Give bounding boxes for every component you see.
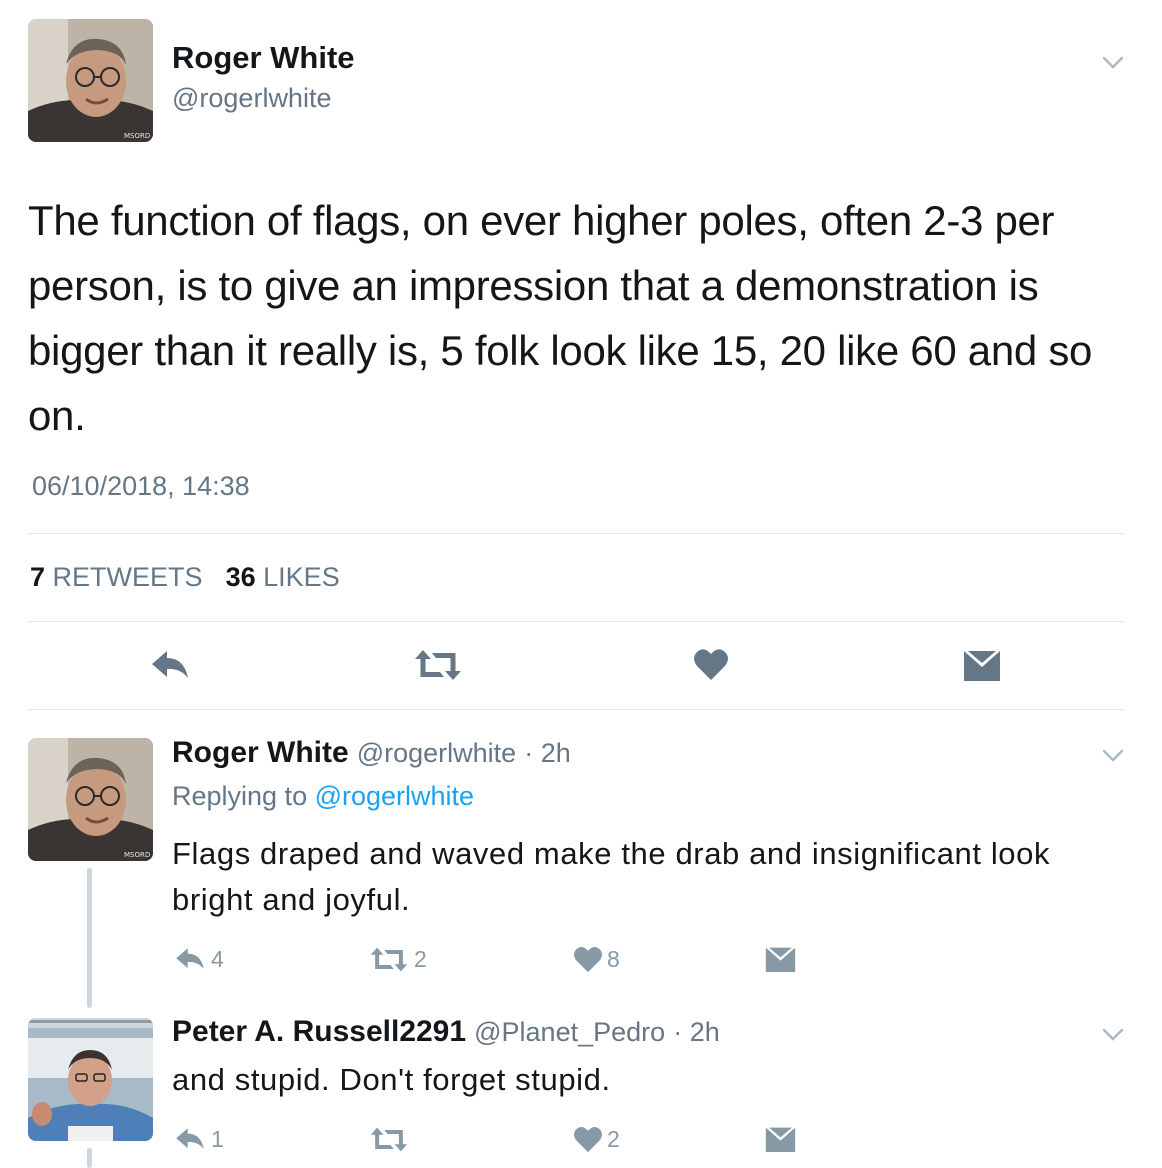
- avatar-image: MSORD: [28, 19, 153, 142]
- avatar-image: [28, 1018, 153, 1141]
- reply-icon[interactable]: [174, 946, 206, 972]
- like-label[interactable]: LIKES: [263, 562, 340, 592]
- avatar[interactable]: [28, 1018, 153, 1141]
- like-count: 8: [607, 946, 620, 972]
- like-count: 2: [607, 1126, 620, 1152]
- reply-count: 4: [211, 946, 224, 972]
- tweet-time[interactable]: · 2h: [673, 1017, 720, 1047]
- heart-icon[interactable]: [573, 945, 603, 973]
- retweet-count[interactable]: 7: [30, 562, 45, 592]
- retweet-icon[interactable]: [370, 946, 408, 973]
- replying-to-handle[interactable]: @rogerlwhite: [315, 781, 474, 811]
- divider: [28, 621, 1124, 622]
- avatar[interactable]: MSORD: [28, 19, 153, 142]
- replying-to-label: Replying to: [172, 781, 308, 811]
- avatar-image: MSORD: [28, 738, 153, 861]
- chevron-down-icon[interactable]: [1101, 1027, 1125, 1048]
- divider: [28, 533, 1124, 534]
- chevron-down-icon[interactable]: [1101, 748, 1125, 769]
- reply-text: Flags draped and waved make the drab and…: [172, 836, 1051, 917]
- envelope-icon[interactable]: [765, 1125, 796, 1153]
- thread-line: [87, 868, 92, 1008]
- tweet-time[interactable]: · 2h: [524, 738, 571, 768]
- like-count[interactable]: 36: [226, 562, 256, 592]
- chevron-down-icon[interactable]: [1101, 55, 1125, 71]
- author-name[interactable]: Peter A. Russell2291: [172, 1015, 466, 1048]
- retweet-count: 2: [414, 946, 427, 972]
- retweet-icon[interactable]: [370, 1126, 408, 1153]
- engagement-stats: 7 RETWEETS 36 LIKES: [30, 562, 340, 593]
- svg-text:MSORD: MSORD: [124, 851, 150, 859]
- divider: [28, 709, 1124, 710]
- author-handle[interactable]: @Planet_Pedro: [474, 1017, 665, 1047]
- envelope-icon[interactable]: [765, 945, 796, 973]
- author-handle[interactable]: @rogerlwhite: [172, 83, 331, 114]
- retweet-icon[interactable]: [414, 648, 462, 682]
- reply-icon[interactable]: [150, 648, 190, 682]
- reply-header: Roger White @rogerlwhite · 2h: [172, 736, 571, 770]
- reply-icon[interactable]: [174, 1126, 206, 1152]
- author-name[interactable]: Roger White: [172, 736, 349, 769]
- replying-to: Replying to @rogerlwhite: [172, 781, 474, 812]
- avatar[interactable]: MSORD: [28, 738, 153, 861]
- author-name[interactable]: Roger White: [172, 40, 355, 76]
- reply-header: Peter A. Russell2291 @Planet_Pedro · 2h: [172, 1015, 720, 1049]
- tweet-text: The function of flags, on ever higher po…: [28, 197, 1093, 439]
- svg-text:MSORD: MSORD: [124, 132, 150, 140]
- reply-text: and stupid. Don't forget stupid.: [172, 1062, 611, 1097]
- heart-icon[interactable]: [573, 1125, 603, 1153]
- reply-count: 1: [211, 1126, 224, 1152]
- author-handle[interactable]: @rogerlwhite: [357, 738, 516, 768]
- envelope-icon[interactable]: [963, 648, 1001, 682]
- retweet-label[interactable]: RETWEETS: [53, 562, 203, 592]
- tweet-timestamp[interactable]: 06/10/2018, 14:38: [32, 471, 250, 502]
- heart-icon[interactable]: [693, 647, 729, 681]
- thread-line: [87, 1148, 92, 1168]
